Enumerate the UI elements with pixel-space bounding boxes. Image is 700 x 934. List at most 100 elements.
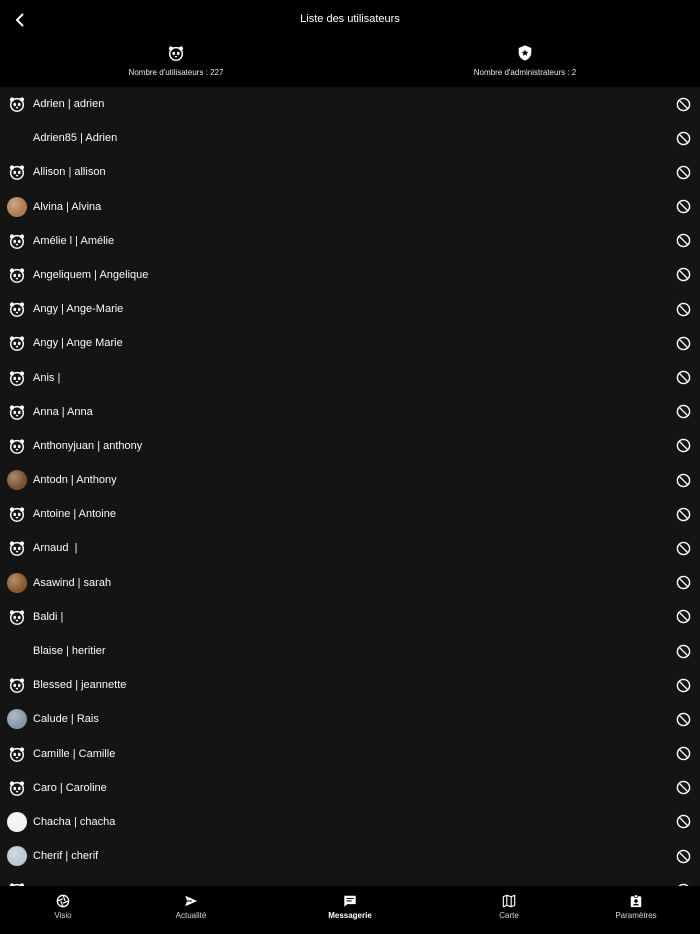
panda-icon: [7, 778, 27, 798]
block-icon[interactable]: [675, 233, 691, 249]
user-row[interactable]: Amélie l | Amélie: [0, 224, 700, 258]
bottom-navigation: Visio Actualité Messagerie Carte Paramètres: [0, 886, 700, 934]
admins-count-label: Nombre d'administrateurs : 2: [473, 68, 577, 77]
nav-item-parametres[interactable]: Paramètres: [586, 894, 686, 920]
user-row[interactable]: Adrien85 | Adrien: [0, 121, 700, 155]
chat-icon: [300, 894, 400, 908]
user-name: Arnaud |: [33, 542, 78, 555]
send-icon: [141, 894, 241, 908]
block-icon[interactable]: [675, 848, 691, 864]
user-row[interactable]: Angy | Ange-Marie: [0, 292, 700, 326]
nav-item-messagerie[interactable]: Messagerie: [300, 894, 400, 920]
block-icon[interactable]: [675, 609, 691, 625]
user-name: Camille | Camille: [33, 747, 116, 760]
nav-item-actualite[interactable]: Actualité: [141, 894, 241, 920]
user-name: Cherif | cherif: [33, 850, 99, 863]
user-row[interactable]: Angeliquem | Angelique: [0, 258, 700, 292]
block-icon[interactable]: [675, 438, 691, 454]
block-icon[interactable]: [675, 677, 691, 693]
block-icon[interactable]: [675, 164, 691, 180]
panda-icon: [7, 744, 27, 764]
map-icon: [459, 894, 559, 908]
block-icon[interactable]: [675, 199, 691, 215]
panda-icon: [7, 538, 27, 558]
panda-icon: [7, 299, 27, 319]
user-row[interactable]: Antodn | Anthony: [0, 463, 700, 497]
user-row[interactable]: Baldi |: [0, 600, 700, 634]
user-name: Calude | Rais: [33, 713, 99, 726]
avatar-placeholder: [7, 128, 27, 148]
block-icon[interactable]: [675, 370, 691, 386]
user-row[interactable]: Antoine | Antoine: [0, 497, 700, 531]
user-list[interactable]: Adrien | adrien Adrien85 | Adrien Allison …: [0, 87, 700, 886]
user-name: Adrien85 | Adrien: [33, 132, 118, 145]
badge-icon: [586, 894, 686, 908]
user-row[interactable]: [0, 873, 700, 886]
block-icon[interactable]: [675, 472, 691, 488]
users-count-stat: Nombre d'utilisateurs : 227: [76, 44, 276, 77]
user-row[interactable]: Blessed | jeannette: [0, 668, 700, 702]
user-row[interactable]: Anthonyjuan | anthony: [0, 429, 700, 463]
user-name: Blaise | heritier: [33, 645, 106, 657]
user-name: Anna | Anna: [33, 405, 93, 418]
nav-label: Actualité: [175, 911, 207, 920]
avatar: [7, 709, 27, 730]
block-icon[interactable]: [675, 575, 691, 591]
panda-icon: [7, 162, 27, 182]
avatar: [7, 846, 27, 867]
admins-count-stat: Nombre d'administrateurs : 2: [425, 44, 625, 77]
user-row[interactable]: Angy | Ange Marie: [0, 326, 700, 360]
panda-icon: [7, 94, 27, 114]
user-row[interactable]: Caro | Caroline: [0, 771, 700, 805]
user-name: Angy | Ange Marie: [33, 337, 123, 350]
block-icon[interactable]: [675, 540, 691, 556]
user-row[interactable]: Adrien | adrien: [0, 87, 700, 121]
avatar-placeholder: [7, 641, 27, 661]
block-icon[interactable]: [675, 746, 691, 762]
user-row[interactable]: Anis |: [0, 361, 700, 395]
block-icon[interactable]: [675, 404, 691, 420]
user-row[interactable]: Blaise | heritier: [0, 634, 700, 668]
avatar: [7, 196, 27, 217]
block-icon[interactable]: [675, 711, 691, 727]
user-row[interactable]: Asawind | sarah: [0, 566, 700, 600]
nav-label: Visio: [54, 911, 72, 920]
page-title: Liste des utilisateurs: [300, 13, 400, 25]
panda-icon: [7, 607, 27, 627]
user-row[interactable]: Allison | allison: [0, 155, 700, 189]
block-icon[interactable]: [675, 96, 691, 112]
nav-item-carte[interactable]: Carte: [459, 894, 559, 920]
avatar: [7, 470, 27, 491]
block-icon[interactable]: [675, 267, 691, 283]
user-name: Blessed | jeannette: [33, 679, 127, 692]
user-name: Angy | Ange-Marie: [33, 303, 124, 316]
avatar: [7, 811, 27, 832]
panda-icon: [7, 368, 27, 388]
user-name: Allison | allison: [33, 166, 106, 179]
block-icon[interactable]: [675, 814, 691, 830]
user-row[interactable]: Chacha | chacha: [0, 805, 700, 839]
user-row[interactable]: Cherif | cherif: [0, 839, 700, 873]
panda-icon: [7, 436, 27, 456]
nav-item-visio[interactable]: Visio: [13, 894, 113, 920]
block-icon[interactable]: [675, 643, 691, 659]
user-row[interactable]: Alvina | Alvina: [0, 190, 700, 224]
aperture-icon: [13, 894, 113, 908]
users-count-label: Nombre d'utilisateurs : 227: [128, 68, 224, 77]
panda-icon: [7, 402, 27, 422]
user-row[interactable]: Calude | Rais: [0, 702, 700, 736]
user-name: Adrien | adrien: [33, 98, 105, 110]
block-icon[interactable]: [675, 301, 691, 317]
block-icon[interactable]: [675, 506, 691, 522]
block-icon[interactable]: [675, 780, 691, 796]
panda-icon: [7, 675, 27, 695]
panda-icon: [7, 504, 27, 524]
user-row[interactable]: Arnaud |: [0, 531, 700, 565]
block-icon[interactable]: [675, 130, 691, 146]
block-icon[interactable]: [675, 335, 691, 351]
user-row[interactable]: Camille | Camille: [0, 737, 700, 771]
user-row[interactable]: Anna | Anna: [0, 395, 700, 429]
user-name: Alvina | Alvina: [33, 200, 102, 213]
top-bar: Liste des utilisateurs Nombre d'utilisat…: [0, 0, 700, 87]
nav-label: Carte: [499, 911, 519, 920]
